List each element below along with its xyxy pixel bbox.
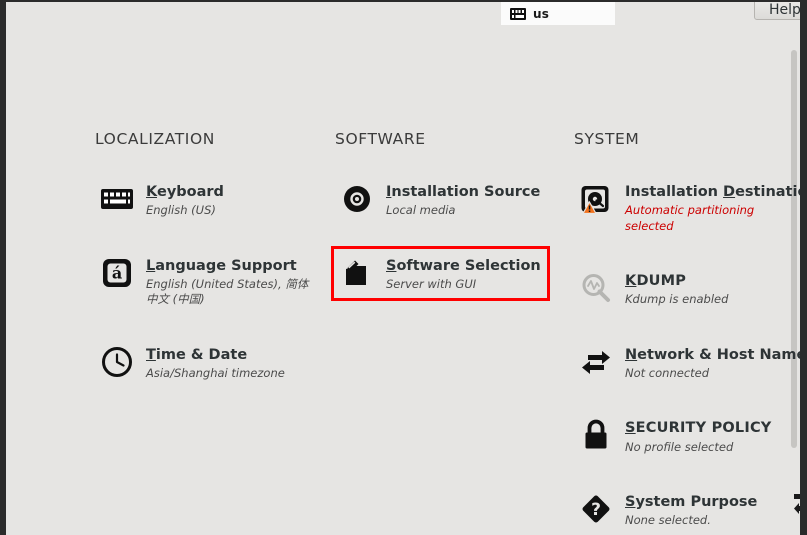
spoke-title-installation-source: Installation Source	[386, 184, 541, 200]
keyboard-icon	[510, 7, 526, 20]
spoke-keyboard[interactable]: Keyboard English (US)	[91, 172, 296, 228]
spoke-subtitle-time-and-date: Asia/Shanghai timezone	[146, 365, 285, 380]
keyboard-layout-label: us	[533, 6, 550, 21]
harddrive-warning-icon	[579, 182, 613, 216]
spoke-subtitle-security-policy: No profile selected	[625, 439, 734, 454]
spoke-installation-source[interactable]: Installation Source Local media	[331, 172, 549, 228]
column-system: SYSTEM Installation Destinati Automatic …	[574, 130, 800, 535]
spoke-subtitle-software-selection: Server with GUI	[386, 276, 477, 291]
spoke-title-software-selection: Software Selection	[386, 257, 541, 274]
spoke-installation-destination[interactable]: Installation Destination Automatic parti…	[570, 172, 800, 243]
spoke-language-support[interactable]: á Language Support English (United State…	[91, 246, 323, 317]
package-icon	[340, 256, 374, 290]
language-icon: á	[100, 256, 134, 290]
keyboard-icon	[100, 182, 134, 216]
spoke-security-policy[interactable]: SECURITY POLICY No profile selected	[570, 408, 781, 464]
spoke-subtitle-installation-source: Local media	[386, 203, 456, 218]
kdump-icon	[579, 271, 613, 305]
spoke-subtitle-kdump: Kdump is enabled	[625, 292, 729, 307]
column-title-localization: LOCALIZATION	[95, 130, 215, 148]
spoke-title-network-and-host-name: Network & Host Name	[625, 346, 800, 363]
clock-icon	[100, 345, 134, 379]
window-frame-right	[800, 0, 807, 535]
spoke-title-system-purpose: System Purpose	[625, 494, 758, 511]
keyboard-layout-indicator[interactable]: us	[501, 2, 615, 25]
spoke-software-selection[interactable]: Software Selection Server with GUI	[331, 245, 550, 302]
network-arrows-icon	[579, 345, 613, 379]
spoke-time-and-date[interactable]: Time & Date Asia/Shanghai timezone	[91, 335, 296, 391]
top-bar: us Help	[6, 2, 800, 25]
spoke-subtitle-system-purpose: None selected.	[625, 513, 711, 528]
spoke-title-kdump: KDUMP	[625, 273, 687, 290]
spoke-title-security-policy: SECURITY POLICY	[625, 420, 772, 437]
spoke-subtitle-installation-destination: Automatic partitioning selected	[625, 203, 755, 233]
spoke-title-language-support: Language Support	[146, 257, 297, 274]
spoke-system-purpose[interactable]: ? System Purpose None selected.	[570, 482, 775, 535]
disc-icon	[340, 182, 374, 216]
column-software: SOFTWARE Installation Source Local media…	[331, 130, 561, 319]
lock-icon	[579, 418, 613, 452]
help-button[interactable]: Help	[754, 2, 800, 20]
spoke-subtitle-network-and-host-name: Not connected	[625, 365, 710, 380]
column-title-software: SOFTWARE	[335, 130, 426, 148]
spoke-title-time-and-date: Time & Date	[146, 346, 248, 363]
spoke-title-keyboard: Keyboard	[146, 184, 224, 200]
spoke-kdump[interactable]: KDUMP Kdump is enabled	[570, 261, 775, 317]
spoke-subtitle-keyboard: English (US)	[146, 203, 216, 218]
svg-text:?: ?	[591, 500, 601, 520]
question-diamond-icon: ?	[579, 492, 613, 526]
spoke-title-installation-destination: Installation Destination	[625, 184, 800, 200]
installation-summary-page: us Help LOCALIZATION Keyboard English (U…	[6, 2, 800, 535]
svg-text:á: á	[112, 263, 122, 282]
spoke-subtitle-language-support: English (United States), 简体中文 (中国)	[146, 276, 309, 307]
column-title-system: SYSTEM	[574, 130, 640, 148]
spoke-network-and-host-name[interactable]: Network & Host Name Not connected	[570, 335, 800, 391]
screen-root: us Help LOCALIZATION Keyboard English (U…	[0, 0, 807, 535]
column-localization: LOCALIZATION Keyboard English (US) á Lan…	[95, 130, 327, 408]
